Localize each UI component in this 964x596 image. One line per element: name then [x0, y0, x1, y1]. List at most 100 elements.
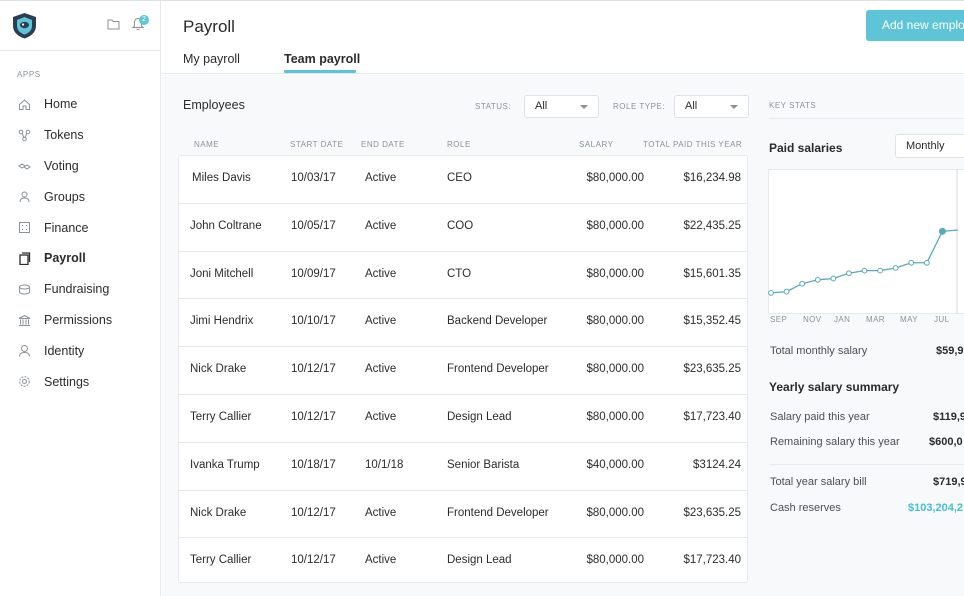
table-row[interactable]: Miles Davis 10/03/17 Active CEO $80,000.…: [179, 156, 747, 204]
start-date: 10/10/17: [291, 315, 336, 328]
chart-month-label: SEP: [770, 315, 788, 324]
status-filter-label: STATUS:: [475, 102, 512, 111]
column-header-end-date[interactable]: END DATE: [361, 140, 405, 149]
start-date: 10/05/17: [291, 219, 336, 232]
sidebar-item-settings[interactable]: Settings: [0, 366, 161, 397]
employee-name: Ivanka Trump: [190, 458, 260, 471]
total-paid: $22,435.25: [683, 219, 741, 232]
active-tab-indicator: [284, 70, 356, 73]
start-date: 10/09/17: [291, 267, 336, 280]
fundraising-icon: [19, 284, 30, 295]
employee-name: Terry Callier: [190, 411, 252, 423]
role-type-filter-select[interactable]: All: [674, 95, 749, 118]
logo-icon[interactable]: [10, 11, 39, 40]
header: Payroll Add new employee My payroll Team…: [162, 1, 964, 74]
sidebar-item-payroll[interactable]: Payroll: [0, 243, 161, 274]
sidebar-item-label: Home: [44, 97, 78, 112]
total-monthly-salary-label: Total monthly salary: [770, 345, 868, 357]
employees-title: Employees: [183, 98, 245, 112]
key-stats-label: KEY STATS: [769, 101, 817, 110]
chevron-down-icon: [730, 105, 738, 109]
status-filter-select[interactable]: All: [524, 95, 599, 118]
page-title: Payroll: [183, 17, 235, 36]
table-row[interactable]: Nick Drake 10/12/17 Active Frontend Deve…: [179, 347, 747, 395]
start-date: 10/18/17: [291, 458, 336, 471]
sidebar-item-label: Fundraising: [44, 282, 110, 297]
chart-point[interactable]: [877, 267, 883, 274]
paid-salaries-chart: [768, 169, 959, 314]
column-header-name[interactable]: NAME: [194, 140, 219, 149]
tab-my-payroll[interactable]: My payroll: [183, 52, 240, 66]
total-paid: $16,234.98: [683, 172, 741, 184]
chart-point[interactable]: [861, 267, 868, 274]
column-header-role[interactable]: ROLE: [447, 140, 471, 149]
chart-point[interactable]: [846, 270, 852, 277]
sidebar-item-voting[interactable]: Voting: [0, 151, 161, 182]
sidebar-header: 2: [0, 1, 161, 51]
role: Backend Developer: [447, 315, 548, 328]
chart-series-line: [770, 229, 959, 294]
sidebar-item-fundraising[interactable]: Fundraising: [0, 274, 161, 305]
sidebar-item-label: Tokens: [44, 128, 84, 143]
chart-month-label: MAR: [866, 315, 885, 324]
divider: [769, 118, 964, 119]
table-row[interactable]: Nick Drake 10/12/17 Active Frontend Deve…: [179, 491, 747, 539]
employee-name: Jimi Hendrix: [190, 315, 254, 328]
employee-name: Terry Callier: [190, 554, 252, 567]
period-select[interactable]: Monthly: [895, 134, 964, 158]
table-row[interactable]: John Coltrane 10/05/17 Active COO $80,00…: [179, 204, 747, 252]
permissions-icon: [18, 314, 31, 326]
chart-month-label: MAY: [900, 315, 918, 324]
chart-point[interactable]: [783, 288, 790, 295]
chart-point[interactable]: [938, 227, 946, 235]
chart-month-label: NOV: [803, 315, 822, 324]
sidebar-item-groups[interactable]: Groups: [0, 181, 161, 212]
chart-point[interactable]: [908, 259, 915, 266]
role: CTO: [447, 267, 472, 280]
sidebar-item-finance[interactable]: Finance: [0, 212, 161, 243]
table-row[interactable]: Joni Mitchell 10/09/17 Active CTO $80,00…: [179, 252, 747, 300]
end-date: Active: [365, 411, 397, 423]
employee-name: Nick Drake: [190, 363, 247, 376]
table-row[interactable]: Terry Callier 10/12/17 Active Design Lea…: [179, 538, 747, 582]
chart-point[interactable]: [799, 280, 806, 287]
chart-point[interactable]: [768, 290, 774, 296]
total-paid: $23,635.25: [683, 506, 741, 519]
start-date: 10/12/17: [291, 363, 336, 376]
apps-section-label: APPS: [17, 70, 41, 79]
sidebar-item-permissions[interactable]: Permissions: [0, 305, 161, 336]
end-date: Active: [365, 315, 397, 328]
column-header-salary[interactable]: SALARY: [579, 140, 613, 149]
tab-team-payroll[interactable]: Team payroll: [284, 52, 360, 66]
chart-point[interactable]: [830, 275, 837, 282]
sidebar-item-label: Groups: [44, 189, 85, 204]
sidebar-item-identity[interactable]: Identity: [0, 335, 161, 366]
sidebar-item-tokens[interactable]: Tokens: [0, 120, 161, 151]
salary-paid-year-label: Salary paid this year: [770, 411, 870, 423]
payroll-icon: [19, 252, 31, 265]
end-date: Active: [365, 219, 397, 232]
column-header-total-paid[interactable]: TOTAL PAID THIS YEAR: [643, 140, 742, 149]
cash-reserves-label: Cash reserves: [770, 502, 841, 514]
chart-point[interactable]: [892, 265, 899, 271]
total-paid: $17,723.40: [683, 554, 741, 567]
salary: $80,000.00: [586, 363, 644, 376]
sidebar-item-label: Settings: [44, 374, 90, 389]
role-type-filter-label: ROLE TYPE:: [613, 102, 665, 111]
table-row[interactable]: Terry Callier 10/12/17 Active Design Lea…: [179, 395, 747, 443]
chart-point[interactable]: [814, 276, 821, 283]
chart-point[interactable]: [923, 259, 930, 266]
paid-salaries-title: Paid salaries: [769, 141, 843, 155]
sidebar-item-label: Finance: [44, 220, 89, 235]
app-window: 2 APPS Home Tokens Voting Groups Finance…: [0, 0, 964, 596]
salary: $80,000.00: [586, 267, 644, 280]
table-row[interactable]: Ivanka Trump 10/18/17 10/1/18 Senior Bar…: [179, 443, 747, 491]
sidebar-item-home[interactable]: Home: [0, 89, 161, 120]
total-paid: $23,635.25: [683, 363, 741, 376]
identity-icon: [19, 345, 30, 357]
column-header-start-date[interactable]: START DATE: [290, 140, 343, 149]
status-filter-value: All: [535, 100, 548, 112]
table-row[interactable]: Jimi Hendrix 10/10/17 Active Backend Dev…: [179, 299, 747, 348]
add-employee-button[interactable]: Add new employee: [866, 10, 964, 41]
folder-icon[interactable]: [107, 18, 120, 30]
